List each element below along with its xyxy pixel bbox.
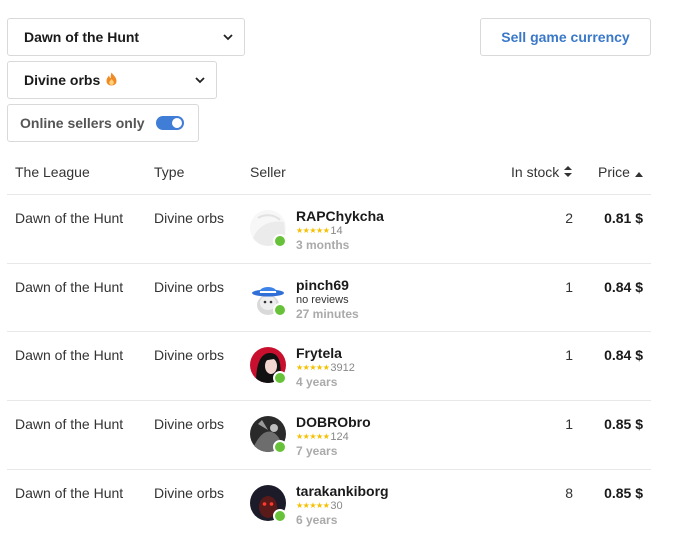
seller-info: pinch69 no reviews 27 minutes [296, 277, 359, 321]
type-cell: Divine orbs [154, 416, 225, 432]
seller-account-age: 7 years [296, 444, 338, 458]
type-cell: Divine orbs [154, 279, 225, 295]
sort-both-icon [564, 164, 573, 180]
seller-name[interactable]: tarakankiborg [296, 483, 389, 499]
currency-select[interactable]: Divine orbs [7, 61, 217, 99]
league-cell: Dawn of the Hunt [15, 210, 124, 226]
rating-stars-icon: ★★★★★ [296, 432, 330, 441]
column-header-price[interactable]: Price [598, 164, 643, 180]
column-header-type: Type [154, 164, 185, 180]
sort-ascending-icon [634, 164, 643, 180]
fire-icon [106, 72, 117, 89]
currency-select-value: Divine orbs [24, 72, 101, 88]
seller-avatar[interactable] [250, 279, 287, 317]
price-cell: 0.81 $ [604, 210, 643, 226]
league-cell: Dawn of the Hunt [15, 347, 124, 363]
rating-stars-icon: ★★★★★ [296, 363, 330, 372]
no-reviews-label: no reviews [296, 294, 349, 306]
seller-name[interactable]: pinch69 [296, 277, 359, 293]
seller-avatar[interactable] [250, 485, 287, 523]
seller-account-age: 6 years [296, 513, 338, 527]
chevron-down-icon [194, 74, 206, 86]
table-row[interactable]: Dawn of the Hunt Divine orbs pinch69 no … [7, 264, 651, 332]
price-cell: 0.85 $ [604, 416, 643, 432]
table-row[interactable]: Dawn of the Hunt Divine orbs Frytela ★★★… [7, 332, 651, 400]
seller-account-age: 27 minutes [296, 307, 359, 321]
price-cell: 0.84 $ [604, 279, 643, 295]
league-cell: Dawn of the Hunt [15, 485, 124, 501]
league-cell: Dawn of the Hunt [15, 416, 124, 432]
type-cell: Divine orbs [154, 347, 225, 363]
review-count: 3912 [330, 362, 355, 374]
stock-cell: 8 [565, 485, 573, 501]
stock-cell: 1 [565, 416, 573, 432]
stock-cell: 2 [565, 210, 573, 226]
review-count: 124 [330, 431, 349, 443]
seller-rating: ★★★★★ 3912 [296, 361, 355, 375]
column-header-seller: Seller [250, 164, 286, 180]
online-indicator [273, 303, 287, 317]
type-cell: Divine orbs [154, 485, 225, 501]
seller-info: tarakankiborg ★★★★★ 30 6 years [296, 483, 389, 527]
review-count: 14 [330, 225, 343, 237]
online-indicator [273, 234, 287, 248]
table-row[interactable]: Dawn of the Hunt Divine orbs DOBRObro ★★… [7, 401, 651, 469]
seller-rating: ★★★★★ 30 [296, 499, 389, 513]
seller-info: RAPChykcha ★★★★★ 14 3 months [296, 208, 384, 252]
chevron-down-icon [222, 31, 234, 43]
game-select[interactable]: Dawn of the Hunt [7, 18, 245, 56]
seller-avatar[interactable] [250, 210, 287, 248]
column-header-league: The League [15, 164, 90, 180]
seller-info: DOBRObro ★★★★★ 124 7 years [296, 414, 371, 458]
stock-cell: 1 [565, 279, 573, 295]
seller-rating: ★★★★★ 14 [296, 224, 384, 238]
price-cell: 0.84 $ [604, 347, 643, 363]
review-count: 30 [330, 500, 343, 512]
online-sellers-toggle[interactable] [156, 116, 184, 130]
seller-avatar[interactable] [250, 416, 287, 454]
online-indicator [273, 509, 287, 523]
league-cell: Dawn of the Hunt [15, 279, 124, 295]
seller-name[interactable]: DOBRObro [296, 414, 371, 430]
game-select-value: Dawn of the Hunt [24, 29, 140, 45]
price-cell: 0.85 $ [604, 485, 643, 501]
seller-name[interactable]: RAPChykcha [296, 208, 384, 224]
toggle-knob [172, 118, 182, 128]
rating-stars-icon: ★★★★★ [296, 501, 330, 510]
seller-rating: ★★★★★ 124 [296, 430, 371, 444]
seller-info: Frytela ★★★★★ 3912 4 years [296, 345, 355, 389]
seller-name[interactable]: Frytela [296, 345, 355, 361]
seller-account-age: 3 months [296, 238, 350, 252]
seller-account-age: 4 years [296, 375, 338, 389]
type-cell: Divine orbs [154, 210, 225, 226]
column-header-stock[interactable]: In stock [511, 164, 573, 180]
online-indicator [273, 440, 287, 454]
online-indicator [273, 371, 287, 385]
table-row[interactable]: Dawn of the Hunt Divine orbs tarakankibo… [7, 470, 651, 538]
seller-avatar[interactable] [250, 347, 287, 385]
online-sellers-label: Online sellers only [20, 115, 145, 131]
stock-cell: 1 [565, 347, 573, 363]
sell-game-currency-button[interactable]: Sell game currency [480, 18, 651, 56]
table-row[interactable]: Dawn of the Hunt Divine orbs RAPChykcha … [7, 195, 651, 263]
rating-stars-icon: ★★★★★ [296, 226, 330, 235]
online-sellers-filter[interactable]: Online sellers only [7, 104, 199, 142]
